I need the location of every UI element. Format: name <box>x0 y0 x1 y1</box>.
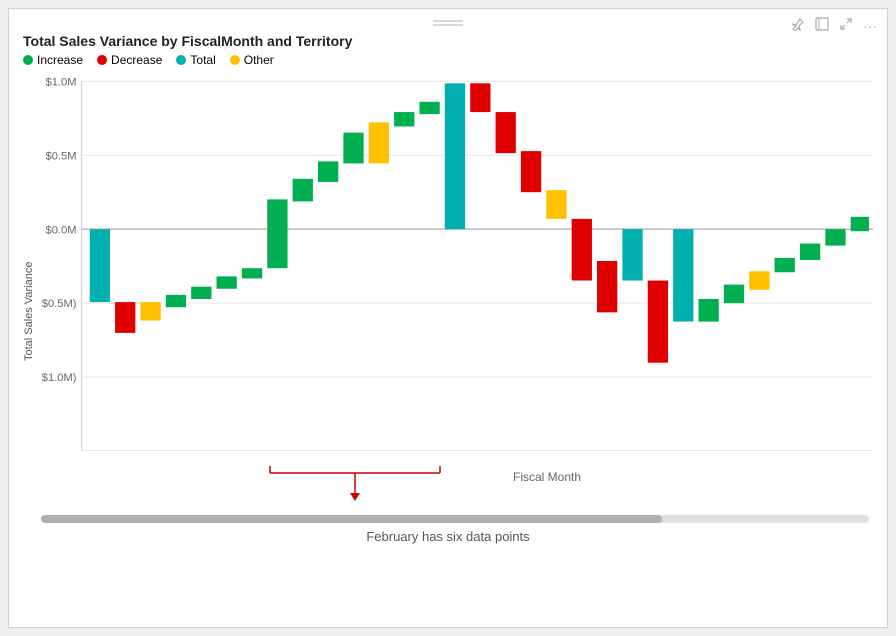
chart-card: ··· Total Sales Variance by FiscalMonth … <box>8 8 888 628</box>
legend-label-total: Total <box>190 53 215 67</box>
bar-other1-other <box>140 302 160 320</box>
bar-nc4-other <box>749 271 769 289</box>
legend-label-increase: Increase <box>37 53 83 67</box>
bottom-annotation: February has six data points <box>23 529 873 544</box>
scrollbar-thumb[interactable] <box>41 515 662 523</box>
bar-oh4-total <box>673 229 693 321</box>
bar-nc3-decrease <box>496 112 516 153</box>
bar-wv4-increase <box>698 299 718 322</box>
chart-svg: $1.0M $0.5M $0.0M ($0.5M) ($1.0M) <box>41 71 873 451</box>
bar-other3-other <box>546 190 566 219</box>
legend-dot-other <box>230 55 240 65</box>
annotation-area: Fiscal Month <box>41 451 873 511</box>
bar-md2-decrease <box>470 83 490 112</box>
legend-dot-decrease <box>97 55 107 65</box>
bar-va1-increase <box>242 268 262 278</box>
legend-dot-increase <box>23 55 33 65</box>
legend-item-decrease: Decrease <box>97 53 162 67</box>
bar-nc1-increase <box>166 295 186 307</box>
legend-label-decrease: Decrease <box>111 53 162 67</box>
expand-icon[interactable] <box>839 17 853 34</box>
bar-feb-increase <box>267 199 287 268</box>
bar-mar-total <box>445 83 465 229</box>
bar-other4-increase <box>724 285 744 303</box>
bar-apr-total <box>622 229 642 280</box>
scrollbar-area[interactable] <box>23 515 873 523</box>
bar-may-increase <box>800 244 820 260</box>
y-axis-label: Total Sales Variance <box>23 71 41 511</box>
bar-va2-increase <box>775 258 795 272</box>
svg-text:($1.0M): ($1.0M) <box>41 372 77 384</box>
legend-dot-total <box>176 55 186 65</box>
bar-wv2-increase <box>343 133 363 164</box>
bar-wv3-decrease <box>521 151 541 192</box>
legend-label-other: Other <box>244 53 274 67</box>
chart-area: Total Sales Variance $1.0M $0.5M $0.0M (… <box>23 71 873 511</box>
bar-pa1-increase <box>191 287 211 299</box>
chart-title: Total Sales Variance by FiscalMonth and … <box>23 33 873 49</box>
bracket-svg: Fiscal Month <box>41 451 873 511</box>
bar-pa2-increase <box>293 179 313 202</box>
bar-pa5-increase <box>825 229 845 245</box>
bar-wv1-increase <box>217 276 237 288</box>
bar-jan-total <box>90 229 110 302</box>
legend-item-increase: Increase <box>23 53 83 67</box>
bar-pa3-decrease <box>597 261 617 312</box>
annotation-text: February has six data points <box>366 529 529 544</box>
pin-icon[interactable] <box>791 17 805 34</box>
svg-text:Fiscal Month: Fiscal Month <box>513 470 581 484</box>
svg-text:$0.5M: $0.5M <box>46 150 77 162</box>
focus-mode-icon[interactable] <box>815 17 829 34</box>
bar-md3-increase <box>851 217 869 231</box>
svg-text:($0.5M): ($0.5M) <box>41 298 77 310</box>
bar-nc2-increase <box>394 112 414 126</box>
bar-oh2-increase <box>318 161 338 182</box>
bar-other2-other <box>369 122 389 163</box>
legend-item-other: Other <box>230 53 274 67</box>
chart-legend: Increase Decrease Total Other <box>23 53 873 67</box>
svg-text:$0.0M: $0.0M <box>46 224 77 236</box>
more-options-icon[interactable]: ··· <box>863 18 877 34</box>
svg-text:$1.0M: $1.0M <box>46 76 77 88</box>
chart-inner: $1.0M $0.5M $0.0M ($0.5M) ($1.0M) <box>41 71 873 511</box>
bar-oh-decrease <box>115 302 135 333</box>
bar-oh3-decrease <box>572 219 592 281</box>
drag-handle[interactable] <box>433 15 463 29</box>
legend-item-total: Total <box>176 53 215 67</box>
card-toolbar: ··· <box>791 17 877 34</box>
bar-md1-increase <box>419 102 439 114</box>
bar-pa4-decrease <box>648 281 668 363</box>
scrollbar-track[interactable] <box>41 515 869 523</box>
